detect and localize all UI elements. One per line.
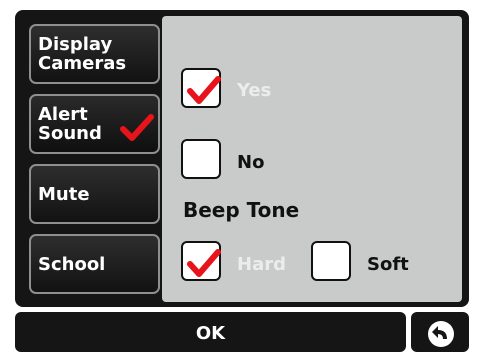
checkmark-icon <box>187 76 221 104</box>
sidebar-item-label: Alert Sound <box>38 104 102 144</box>
hard-checkbox[interactable] <box>181 241 221 281</box>
ok-button[interactable]: OK <box>15 312 406 352</box>
sidebar-item-label: Display Cameras <box>38 34 127 74</box>
sidebar-item-alert-sound[interactable]: Alert Sound <box>29 94 160 154</box>
beep-tone-heading: Beep Tone <box>183 198 300 222</box>
sidebar-item-label: Mute <box>38 183 90 205</box>
sidebar-item-mute[interactable]: Mute <box>29 164 160 224</box>
no-label: No <box>237 152 265 173</box>
sidebar-item-school[interactable]: School <box>29 234 160 294</box>
checkmark-icon <box>187 249 221 277</box>
yes-label: Yes <box>237 80 272 101</box>
hard-label: Hard <box>237 254 286 275</box>
yes-checkbox[interactable] <box>181 68 221 108</box>
back-arrow-icon <box>428 321 454 347</box>
back-button[interactable] <box>411 312 469 352</box>
no-checkbox[interactable] <box>181 139 221 179</box>
sidebar-item-label: School <box>38 253 106 275</box>
ok-button-label: OK <box>195 323 226 344</box>
soft-label: Soft <box>367 254 409 275</box>
soft-checkbox[interactable] <box>311 241 351 281</box>
sidebar-item-display-cameras[interactable]: Display Cameras <box>29 24 160 84</box>
checkmark-icon <box>120 114 154 141</box>
